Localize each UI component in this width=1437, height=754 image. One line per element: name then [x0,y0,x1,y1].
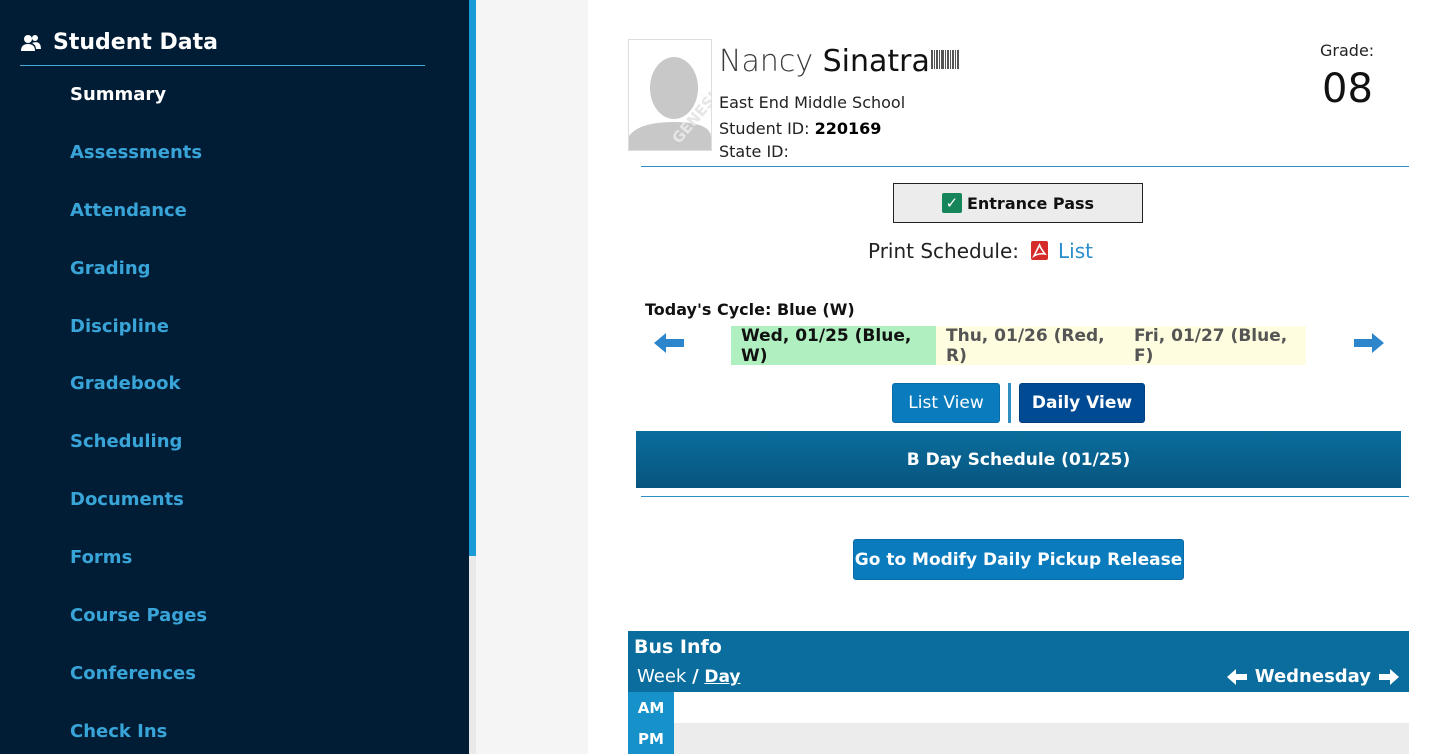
sidebar-item-discipline[interactable]: Discipline [70,316,169,337]
print-schedule-label: Print Schedule: [868,239,1020,263]
todays-cycle: Today's Cycle: Blue (W) [645,300,855,319]
sidebar-scrollbar-track[interactable] [469,556,476,754]
sidebar-item-course-pages[interactable]: Course Pages [70,605,207,626]
entrance-pass-button[interactable]: ✓ Entrance Pass [893,183,1143,223]
previous-day-arrow-icon[interactable] [653,331,685,355]
list-view-button[interactable]: List View [892,383,1000,423]
checkmark-icon: ✓ [941,193,962,213]
avatar-placeholder-icon: GENESIS [629,40,711,150]
entrance-pass-label: Entrance Pass [966,193,1095,213]
student-id-value: 220169 [814,119,882,138]
school-name: East End Middle School [719,93,906,112]
todays-cycle-value: Blue (W) [776,300,855,319]
barcode-icon[interactable] [930,50,959,69]
schedule-header[interactable]: B Day Schedule (01/25) [636,431,1401,488]
bus-info-header: Bus Info Week / Day Wednesday [628,631,1409,692]
bus-week-link[interactable]: Week [637,666,686,687]
pdf-icon[interactable] [1031,241,1048,260]
bus-current-day: Wednesday [1254,666,1371,687]
bus-row-pm: PM [628,723,1409,754]
view-separator [1008,383,1011,423]
bus-view-toggle: Week / Day [637,666,741,687]
sidebar-header: Student Data [20,28,425,66]
student-id-label: Student ID: [719,119,810,138]
bus-pm-label: PM [628,723,674,754]
student-photo: GENESIS [628,39,712,151]
state-id: State ID: [719,142,789,161]
bus-next-day-arrow-icon[interactable] [1379,668,1399,685]
sidebar-item-gradebook[interactable]: Gradebook [70,373,180,394]
bus-day-link[interactable]: Day [704,667,740,687]
day-tab-fri[interactable]: Fri, 01/27 (Blue, F) [1124,326,1306,366]
state-id-label: State ID: [719,142,789,161]
modify-pickup-release-button[interactable]: Go to Modify Daily Pickup Release [853,539,1184,580]
main-content: GENESIS Nancy Sinatra East End Middle Sc… [588,0,1437,754]
sidebar-item-forms[interactable]: Forms [70,547,132,568]
sidebar-item-check-ins[interactable]: Check Ins [70,721,167,742]
users-icon [21,34,41,51]
sidebar-item-assessments[interactable]: Assessments [70,142,202,163]
daily-view-button[interactable]: Daily View [1019,383,1145,423]
next-day-arrow-icon[interactable] [1353,331,1385,355]
sidebar-item-conferences[interactable]: Conferences [70,663,196,684]
student-name: Nancy Sinatra [719,44,959,79]
student-last-name: Sinatra [822,44,930,79]
print-schedule-list-link[interactable]: List [1058,239,1093,263]
sidebar-item-scheduling[interactable]: Scheduling [70,431,182,452]
bus-info-panel: Bus Info Week / Day Wednesday AM PM [628,631,1409,754]
sidebar-item-attendance[interactable]: Attendance [70,200,187,221]
sidebar-item-summary[interactable]: Summary [70,84,166,105]
bus-day-nav: Wednesday [1226,666,1399,687]
bus-row-am: AM [628,692,1409,723]
day-tab-thu[interactable]: Thu, 01/26 (Red, R) [936,326,1124,366]
sidebar-title: Student Data [53,30,218,55]
header-divider [641,166,1409,167]
student-id: Student ID: 220169 [719,119,881,138]
sidebar-item-grading[interactable]: Grading [70,258,151,279]
page-gutter [476,0,588,754]
day-tab-wed[interactable]: Wed, 01/25 (Blue, W) [731,326,936,366]
bus-toggle-separator: / [692,666,699,687]
grade-value: 08 [1322,66,1373,112]
bus-prev-day-arrow-icon[interactable] [1226,668,1247,685]
sidebar-scrollbar-thumb[interactable] [469,0,476,556]
sidebar-item-documents[interactable]: Documents [70,489,184,510]
student-first-name: Nancy [719,44,814,79]
bus-am-label: AM [628,692,674,723]
schedule-divider [641,496,1409,497]
todays-cycle-label: Today's Cycle: [645,300,772,319]
sidebar: Student Data Summary Assessments Attenda… [0,0,469,754]
day-selector: Wed, 01/25 (Blue, W) Thu, 01/26 (Red, R)… [731,326,1306,366]
bus-info-title: Bus Info [634,636,722,658]
grade-label: Grade: [1320,41,1375,60]
